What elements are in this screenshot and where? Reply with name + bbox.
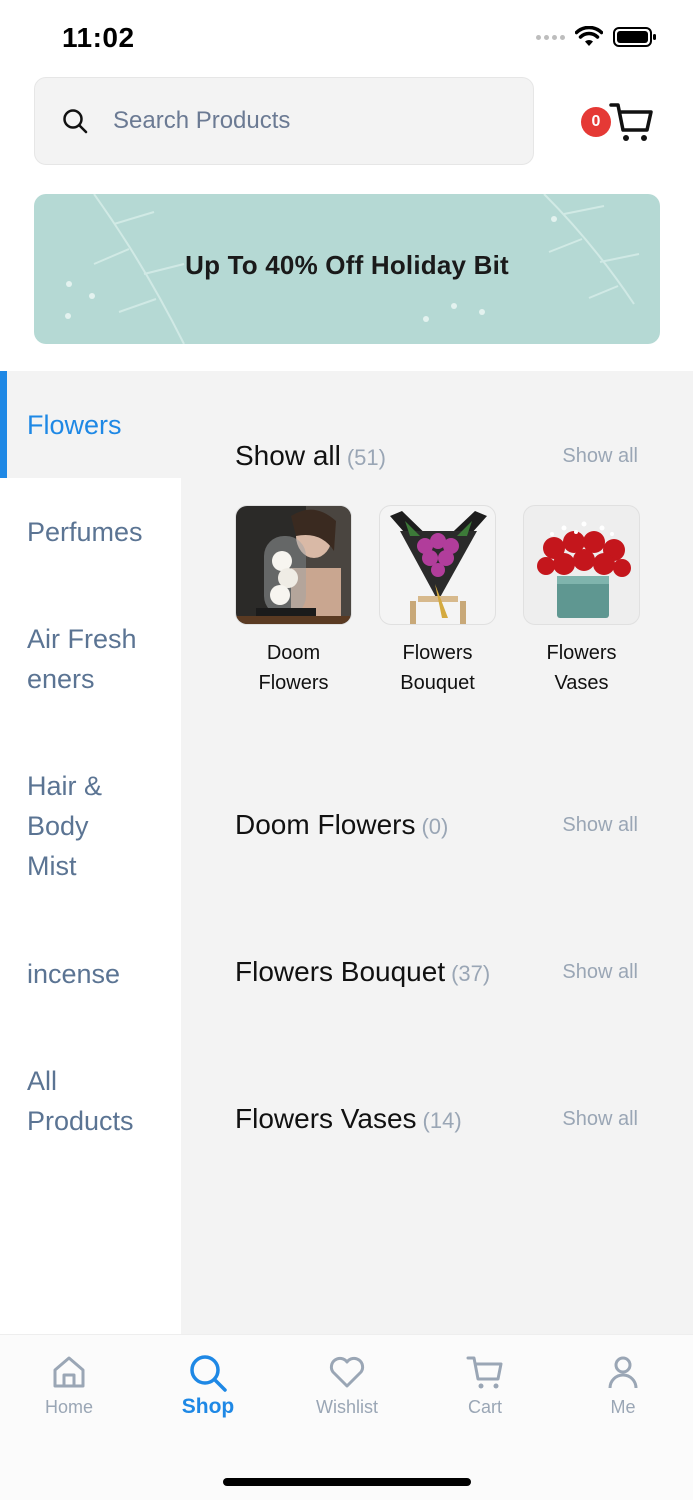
section-title-flowers-vases: Flowers Vases (14) <box>235 1103 462 1134</box>
show-all-link[interactable]: Show all <box>562 961 638 984</box>
user-icon <box>608 1356 638 1389</box>
tab-me[interactable]: Me <box>563 1353 683 1418</box>
category-sidebar: Flowers Perfumes Air Fresh eners Hair & … <box>0 371 181 1334</box>
cart-button[interactable]: 0 <box>579 100 659 144</box>
signal-icon <box>536 34 565 40</box>
subcategory-label-flowers-bouquet[interactable]: Flowers Bouquet <box>379 638 496 698</box>
status-icons <box>536 26 657 48</box>
show-all-link[interactable]: Show all <box>562 445 638 468</box>
battery-icon <box>613 27 656 47</box>
tab-label: Home <box>44 1397 93 1417</box>
sidebar-item-incense[interactable]: incense <box>0 954 181 994</box>
subcategory-label-doom-flowers[interactable]: Doom Flowers <box>235 638 352 698</box>
status-time: 11:02 <box>62 22 135 53</box>
section-title-flowers-bouquet: Flowers Bouquet (37) <box>235 956 491 987</box>
tab-home[interactable]: Home <box>9 1353 129 1418</box>
tab-label: Shop <box>181 1395 235 1418</box>
tab-label: Wishlist <box>316 1397 378 1417</box>
search-icon <box>190 1355 227 1392</box>
tab-shop[interactable]: Shop <box>148 1353 268 1419</box>
flowers-bouquet-photo <box>380 506 495 624</box>
home-icon <box>53 1356 85 1388</box>
section-title-all: Show all (51) <box>235 440 386 471</box>
bottom-tab-bar: Home Shop Wishlist Cart Me <box>0 1334 693 1500</box>
heart-icon <box>329 1356 365 1388</box>
banner-text: Up To 40% Off Holiday Bit <box>185 250 509 280</box>
subcategory-image-flowers-bouquet[interactable] <box>379 505 496 625</box>
category-content: Flowers Perfumes Air Fresh eners Hair & … <box>0 371 693 1334</box>
sidebar-item-hair-body-mist[interactable]: Hair & Body Mist <box>0 766 181 886</box>
section-count: (0) <box>421 814 449 839</box>
subcategory-label-flowers-vases[interactable]: Flowers Vases <box>523 638 640 698</box>
search-input[interactable]: Search Products <box>34 77 534 165</box>
section-count: (51) <box>346 445 386 470</box>
subcategory-image-flowers-vases[interactable] <box>523 505 640 625</box>
sidebar-item-perfumes[interactable]: Perfumes <box>0 512 181 552</box>
section-title-doom-flowers: Doom Flowers (0) <box>235 809 449 840</box>
sidebar-item-flowers[interactable]: Flowers <box>0 371 181 478</box>
sidebar-item-air-fresheners[interactable]: Air Fresh eners <box>0 619 181 699</box>
subcategory-image-doom-flowers[interactable] <box>235 505 352 625</box>
wifi-icon <box>575 26 603 46</box>
doom-flowers-photo <box>236 506 351 624</box>
status-bar: 11:02 <box>0 0 693 76</box>
flowers-vases-photo <box>524 506 639 624</box>
show-all-link[interactable]: Show all <box>562 814 638 837</box>
tab-wishlist[interactable]: Wishlist <box>287 1353 407 1418</box>
search-icon <box>63 109 88 134</box>
section-count: (14) <box>422 1108 462 1133</box>
tab-label: Cart <box>467 1397 502 1417</box>
home-indicator <box>223 1478 471 1486</box>
sidebar-item-all-products[interactable]: All Products <box>0 1061 181 1141</box>
cart-icon <box>466 1356 503 1389</box>
tab-cart[interactable]: Cart <box>425 1353 545 1418</box>
promo-banner[interactable]: Up To 40% Off Holiday Bit <box>34 194 660 344</box>
cart-count-badge: 0 <box>581 107 611 137</box>
show-all-link[interactable]: Show all <box>562 1108 638 1131</box>
tab-label: Me <box>610 1397 636 1417</box>
search-placeholder: Search Products <box>113 107 291 134</box>
section-count: (37) <box>451 961 491 986</box>
cart-icon <box>609 103 653 141</box>
